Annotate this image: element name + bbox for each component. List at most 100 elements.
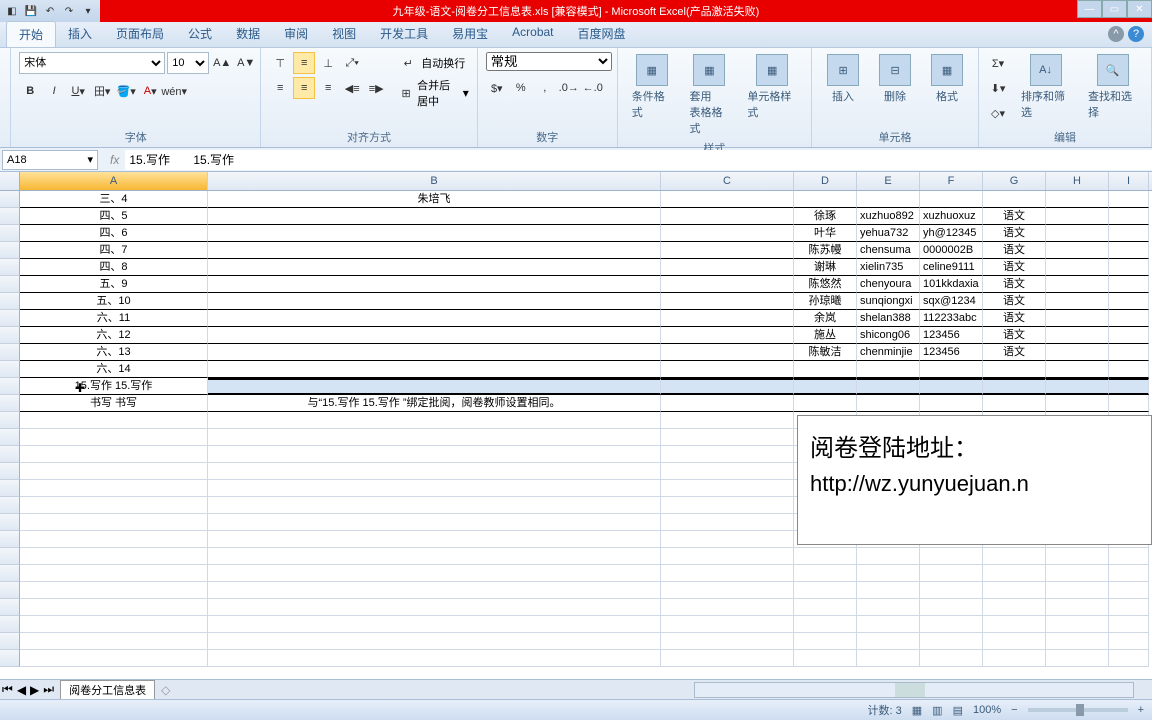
align-middle-icon[interactable]: ≡	[293, 52, 315, 74]
cell[interactable]	[983, 565, 1046, 582]
cell[interactable]	[208, 225, 661, 242]
cell[interactable]	[208, 378, 661, 395]
align-top-icon[interactable]: ⊤	[269, 52, 291, 74]
col-header-C[interactable]: C	[661, 172, 794, 190]
cell[interactable]	[20, 463, 208, 480]
cell[interactable]	[983, 395, 1046, 412]
underline-button[interactable]: U▾	[67, 80, 89, 102]
cell[interactable]	[1046, 361, 1109, 378]
cell[interactable]	[1046, 191, 1109, 208]
cell[interactable]	[983, 378, 1046, 395]
cell[interactable]	[1109, 395, 1149, 412]
cell[interactable]: 0000002B	[920, 242, 983, 259]
cell[interactable]	[661, 633, 794, 650]
cell[interactable]	[208, 242, 661, 259]
cell[interactable]	[920, 650, 983, 667]
cell[interactable]: 六、12	[20, 327, 208, 344]
font-size-select[interactable]: 10	[167, 52, 209, 74]
cell[interactable]	[857, 548, 920, 565]
cell[interactable]: 陈敏洁	[794, 344, 857, 361]
font-color-button[interactable]: A▾	[139, 80, 161, 102]
cell[interactable]	[661, 191, 794, 208]
cell[interactable]: 四、6	[20, 225, 208, 242]
cell[interactable]	[1109, 344, 1149, 361]
cell[interactable]	[920, 395, 983, 412]
cell[interactable]	[1109, 191, 1149, 208]
cell[interactable]	[661, 650, 794, 667]
cell[interactable]	[794, 633, 857, 650]
cell[interactable]	[1046, 378, 1109, 395]
cell[interactable]: chenyoura	[857, 276, 920, 293]
orientation-icon[interactable]: ⤢▾	[341, 52, 363, 74]
cell[interactable]	[983, 633, 1046, 650]
cell[interactable]	[857, 191, 920, 208]
table-row[interactable]: 书写 书写与“15.写作 15.写作 ”绑定批阅，阅卷教师设置相同。	[0, 395, 1152, 412]
number-format-select[interactable]: 常规	[486, 52, 612, 71]
minimize-ribbon-icon[interactable]: ^	[1108, 26, 1124, 42]
cell[interactable]	[1046, 276, 1109, 293]
ribbon-tab-1[interactable]: 插入	[56, 21, 104, 47]
ribbon-tab-10[interactable]: 百度网盘	[566, 21, 638, 47]
align-bottom-icon[interactable]: ⊥	[317, 52, 339, 74]
cell[interactable]	[1109, 208, 1149, 225]
cell[interactable]	[983, 191, 1046, 208]
cell[interactable]	[920, 633, 983, 650]
format-button[interactable]: ▦格式	[924, 52, 970, 106]
cell[interactable]	[208, 276, 661, 293]
cell[interactable]	[1109, 565, 1149, 582]
cell[interactable]	[983, 582, 1046, 599]
cell[interactable]	[1109, 361, 1149, 378]
cell[interactable]	[1109, 582, 1149, 599]
floating-textbox[interactable]: 阅卷登陆地址： http://wz.yunyuejuan.n	[797, 415, 1152, 545]
formula-input[interactable]	[125, 150, 1152, 170]
cell[interactable]: shelan388	[857, 310, 920, 327]
ribbon-tab-7[interactable]: 开发工具	[368, 21, 440, 47]
ribbon-tab-4[interactable]: 数据	[224, 21, 272, 47]
cell[interactable]: 孙琼曦	[794, 293, 857, 310]
cell[interactable]: xuzhuo892	[857, 208, 920, 225]
dec-decimal-icon[interactable]: ←.0	[582, 77, 604, 99]
col-header-E[interactable]: E	[857, 172, 920, 190]
cell[interactable]: 四、7	[20, 242, 208, 259]
cell[interactable]	[1109, 650, 1149, 667]
cell[interactable]	[1109, 378, 1149, 395]
save-icon[interactable]: 💾	[23, 3, 39, 19]
cell[interactable]	[208, 208, 661, 225]
cell[interactable]	[661, 378, 794, 395]
cell[interactable]	[661, 429, 794, 446]
zoom-out-button[interactable]: −	[1011, 704, 1017, 716]
cell[interactable]	[794, 548, 857, 565]
cell[interactable]	[1046, 225, 1109, 242]
table-row[interactable]	[0, 548, 1152, 565]
view-break-icon[interactable]: ▤	[953, 704, 963, 717]
cell[interactable]	[857, 565, 920, 582]
find-select-button[interactable]: 🔍查找和选择	[1082, 52, 1143, 122]
cell[interactable]	[857, 582, 920, 599]
autosum-icon[interactable]: Σ▾	[987, 52, 1009, 74]
cell[interactable]	[661, 531, 794, 548]
comma-icon[interactable]: ,	[534, 77, 556, 99]
new-sheet-icon[interactable]: ◇	[161, 683, 170, 697]
cell[interactable]	[208, 480, 661, 497]
cell[interactable]: 四、8	[20, 259, 208, 276]
cell[interactable]	[857, 378, 920, 395]
cell[interactable]	[1109, 633, 1149, 650]
cell[interactable]	[661, 548, 794, 565]
cell[interactable]: 五、10	[20, 293, 208, 310]
cell[interactable]: 书写 书写	[20, 395, 208, 412]
cell[interactable]	[1109, 276, 1149, 293]
cell[interactable]: 语文	[983, 310, 1046, 327]
cell[interactable]	[794, 616, 857, 633]
tab-nav-next-icon[interactable]: ▶	[28, 683, 41, 697]
cell-style-button[interactable]: ▦单元格样式	[741, 52, 803, 122]
cell[interactable]: 六、13	[20, 344, 208, 361]
cell[interactable]: 六、14	[20, 361, 208, 378]
cell[interactable]: 15.写作 15.写作	[20, 378, 208, 395]
cell[interactable]: 123456	[920, 327, 983, 344]
cell[interactable]	[20, 582, 208, 599]
ribbon-tab-5[interactable]: 审阅	[272, 21, 320, 47]
clear-icon[interactable]: ◇▾	[987, 102, 1009, 124]
cell[interactable]	[661, 327, 794, 344]
cell[interactable]	[794, 582, 857, 599]
cell[interactable]	[208, 259, 661, 276]
